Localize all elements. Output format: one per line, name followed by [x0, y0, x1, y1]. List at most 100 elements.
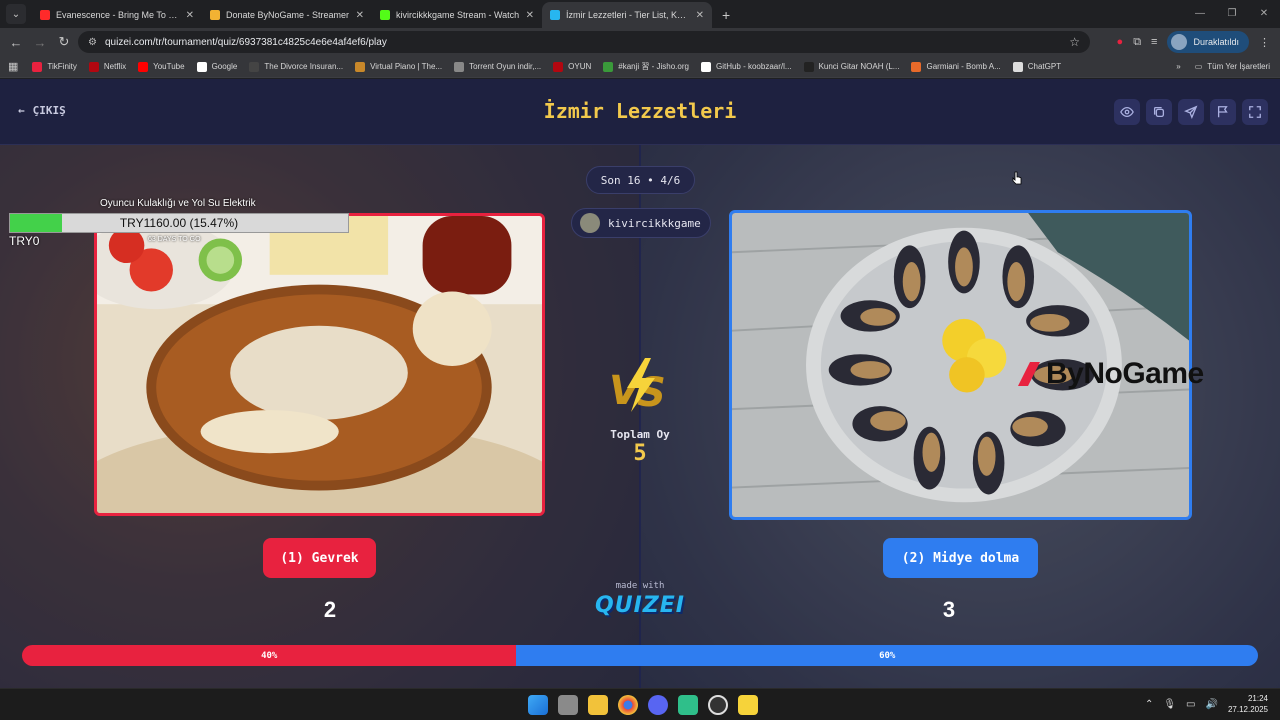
bookmarks-right: » ▭ Tüm Yer İşaretleri: [1176, 62, 1270, 71]
bookmark-item[interactable]: YouTube: [138, 61, 185, 72]
app-yellow-icon[interactable]: [738, 695, 758, 715]
task-view-icon[interactable]: [558, 695, 578, 715]
bookmark-item[interactable]: TikFinity: [32, 61, 77, 72]
bookmark-item[interactable]: Torrent Oyun indir,...: [454, 61, 541, 72]
donation-goal-start: TRY0: [9, 234, 40, 248]
tab-close-icon[interactable]: ✕: [526, 10, 534, 21]
url-text[interactable]: quizei.com/tr/tournament/quiz/6937381c48…: [105, 37, 387, 48]
extensions-puzzle-icon[interactable]: ⧉: [1133, 36, 1141, 49]
bookmark-item[interactable]: Virtual Piano | The...: [355, 61, 443, 72]
bookmark-favicon-icon: [88, 61, 99, 72]
bookmark-item[interactable]: #kanji 習 - Jisho.org: [603, 61, 689, 72]
new-tab-icon[interactable]: +: [722, 7, 730, 23]
clock[interactable]: 21:24 27.12.2025: [1228, 693, 1268, 715]
quizei-logo[interactable]: QUIZEI: [590, 593, 690, 618]
streamer-name: kivircikkkgame: [608, 216, 701, 230]
youtube-favicon-icon: [40, 10, 50, 20]
discord-icon[interactable]: [648, 695, 668, 715]
bookmark-label: YouTube: [153, 62, 185, 71]
apps-grid-icon[interactable]: ▦: [8, 60, 18, 73]
bookmark-favicon-icon: [138, 61, 149, 72]
right-vote-count: 3: [942, 597, 956, 622]
bookmark-label: Garmiani - Bomb A...: [926, 62, 1001, 71]
folder-icon: ▭: [1194, 62, 1203, 71]
bookmark-item[interactable]: ChatGPT: [1012, 61, 1061, 72]
bookmark-favicon-icon: [355, 61, 366, 72]
volume-icon[interactable]: 🔊: [1206, 699, 1218, 710]
tab-media-icon[interactable]: ≡: [1151, 36, 1157, 48]
sponsor-name: ByNoGame: [1046, 357, 1204, 390]
bookmark-favicon-icon: [196, 61, 207, 72]
profile-button[interactable]: Duraklatıldı: [1167, 31, 1249, 53]
more-bookmarks-icon[interactable]: »: [1176, 62, 1180, 71]
vs-lightning-icon: V S: [609, 358, 666, 414]
app-green-icon[interactable]: [678, 695, 698, 715]
taskbar-apps: [528, 695, 758, 715]
bookmark-item[interactable]: GitHub - koobzaar/l...: [700, 61, 792, 72]
bookmarks-bar: ▦ TikFinity Netflix YouTube Google The Divor…: [0, 56, 1280, 78]
forward-icon[interactable]: →: [28, 35, 52, 50]
donation-goal-title: Oyuncu Kulaklığı ve Yol Su Elektrik: [100, 198, 256, 209]
address-bar[interactable]: ⚙ quizei.com/tr/tournament/quiz/6937381c…: [78, 31, 1090, 53]
chrome-icon[interactable]: [618, 695, 638, 715]
send-icon[interactable]: [1178, 99, 1204, 125]
back-icon[interactable]: ←: [4, 35, 28, 50]
bookmark-item[interactable]: Kunci Gitar NOAH (L...: [803, 61, 899, 72]
total-votes-value: 5: [633, 441, 647, 466]
microphone-icon[interactable]: 🎙: [1163, 699, 1176, 710]
tab-kick-stream[interactable]: kivircikkkgame Stream - Watch ✕: [372, 2, 542, 28]
left-choice-button[interactable]: (1) Gevrek: [263, 538, 376, 578]
tab-donate-bynogame[interactable]: Donate ByNoGame - Streamer ✕: [202, 2, 372, 28]
flag-icon[interactable]: [1210, 99, 1236, 125]
eye-icon[interactable]: [1114, 99, 1140, 125]
right-ratio-segment: 60%: [516, 645, 1258, 666]
obs-icon[interactable]: [708, 695, 728, 715]
bookmark-item[interactable]: The Divorce Insuran...: [249, 61, 343, 72]
bookmark-item[interactable]: Netflix: [88, 61, 127, 72]
tab-izmir-lezzetleri[interactable]: İzmir Lezzetleri - Tier List, Kör S ✕: [542, 2, 712, 28]
tab-close-icon[interactable]: ✕: [356, 10, 364, 21]
extension-red-icon[interactable]: ●: [1117, 36, 1124, 48]
bookmark-favicon-icon: [454, 61, 465, 72]
bookmark-item[interactable]: Google: [196, 61, 238, 72]
bookmark-item[interactable]: Garmiani - Bomb A...: [911, 61, 1001, 72]
bookmark-label: GitHub - koobzaar/l...: [715, 62, 792, 71]
bookmark-favicon-icon: [32, 61, 43, 72]
left-ratio-segment: 40%: [22, 645, 517, 666]
avatar: [1171, 34, 1188, 50]
bookmark-label: Netflix: [103, 62, 127, 71]
tab-search-icon[interactable]: ⌄: [6, 4, 26, 24]
right-choice-button[interactable]: (2) Midye dolma: [883, 538, 1038, 578]
bookmark-favicon-icon: [553, 61, 564, 72]
bookmark-star-icon[interactable]: ☆: [1069, 35, 1080, 49]
minimize-icon[interactable]: —: [1184, 0, 1216, 28]
bookmark-item[interactable]: OYUN: [553, 61, 591, 72]
tab-evanescence[interactable]: Evanescence - Bring Me To Life ✕: [32, 2, 202, 28]
bookmark-label: #kanji 習 - Jisho.org: [618, 62, 689, 71]
reload-icon[interactable]: ↻: [52, 34, 76, 50]
gevrek-image: [97, 216, 542, 513]
tab-close-icon[interactable]: ✕: [696, 10, 704, 21]
donation-goal-days: 63 DAYS TO GO: [148, 236, 201, 243]
tab-close-icon[interactable]: ✕: [186, 10, 194, 21]
restore-icon[interactable]: ❐: [1216, 0, 1248, 28]
kick-favicon-icon: [380, 10, 390, 20]
left-choice-image[interactable]: [94, 213, 545, 516]
site-info-icon[interactable]: ⚙: [88, 37, 97, 48]
clock-time: 21:24: [1247, 694, 1268, 703]
bynogame-logo-icon: [1018, 362, 1040, 386]
all-bookmarks-label: Tüm Yer İşaretleri: [1207, 62, 1270, 71]
vote-ratio-bar: 40% 60%: [22, 645, 1258, 666]
copy-icon[interactable]: [1146, 99, 1172, 125]
menu-icon[interactable]: ⋮: [1259, 36, 1270, 49]
network-icon[interactable]: ▭: [1186, 699, 1195, 710]
bookmark-label: Google: [211, 62, 238, 71]
close-window-icon[interactable]: ✕: [1248, 0, 1280, 28]
file-explorer-icon[interactable]: [588, 695, 608, 715]
all-bookmarks-folder[interactable]: ▭ Tüm Yer İşaretleri: [1195, 62, 1270, 71]
windows-start-icon[interactable]: [528, 695, 548, 715]
tab-title: Donate ByNoGame - Streamer: [226, 10, 350, 20]
fullscreen-icon[interactable]: [1242, 99, 1268, 125]
bookmark-label: Virtual Piano | The...: [370, 62, 443, 71]
tray-chevron-icon[interactable]: ⌃: [1145, 699, 1153, 710]
